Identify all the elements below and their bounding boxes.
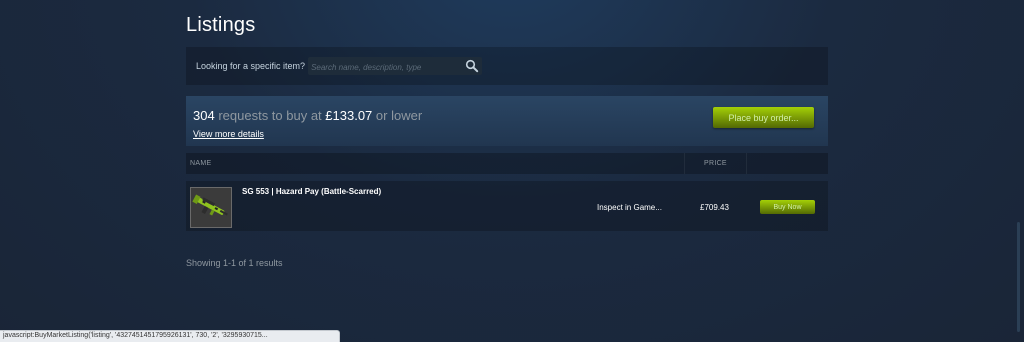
scrollbar[interactable] — [1017, 222, 1020, 332]
item-price: £709.43 — [700, 203, 729, 212]
item-thumbnail[interactable] — [190, 187, 232, 228]
column-header-price: PRICE — [704, 160, 727, 167]
column-header-name: NAME — [190, 160, 212, 167]
listings-table-header: NAME PRICE — [186, 153, 828, 174]
buy-order-panel: 304 requests to buy at £133.07 or lower … — [186, 96, 828, 146]
item-name[interactable]: SG 553 | Hazard Pay (Battle-Scarred) — [242, 187, 381, 196]
buy-order-requests-text: requests to buy at — [218, 108, 322, 123]
results-count: Showing 1-1 of 1 results — [186, 258, 283, 268]
search-bar: Looking for a specific item? — [186, 47, 828, 85]
column-divider — [684, 153, 685, 174]
view-more-details-link[interactable]: View more details — [193, 129, 264, 139]
search-input[interactable] — [308, 58, 462, 77]
search-icon[interactable] — [465, 59, 479, 73]
inspect-in-game-link[interactable]: Inspect in Game... — [597, 203, 662, 212]
buy-order-suffix: or lower — [375, 108, 423, 123]
buy-order-price: £133.07 — [325, 108, 373, 123]
rifle-icon — [192, 194, 228, 216]
buy-order-summary: 304 requests to buy at £133.07 or lower — [193, 108, 422, 123]
column-divider — [746, 153, 747, 174]
page-title: Listings — [186, 14, 256, 36]
place-buy-order-button[interactable]: Place buy order... — [713, 107, 814, 128]
browser-status-bar: javascript:BuyMarketListing('listing', '… — [0, 330, 340, 342]
buy-order-count: 304 — [193, 108, 215, 123]
buy-now-button[interactable]: Buy Now — [760, 200, 815, 214]
search-label: Looking for a specific item? — [196, 61, 306, 71]
search-field[interactable] — [308, 57, 483, 77]
table-row[interactable]: SG 553 | Hazard Pay (Battle-Scarred) Ins… — [186, 181, 828, 231]
